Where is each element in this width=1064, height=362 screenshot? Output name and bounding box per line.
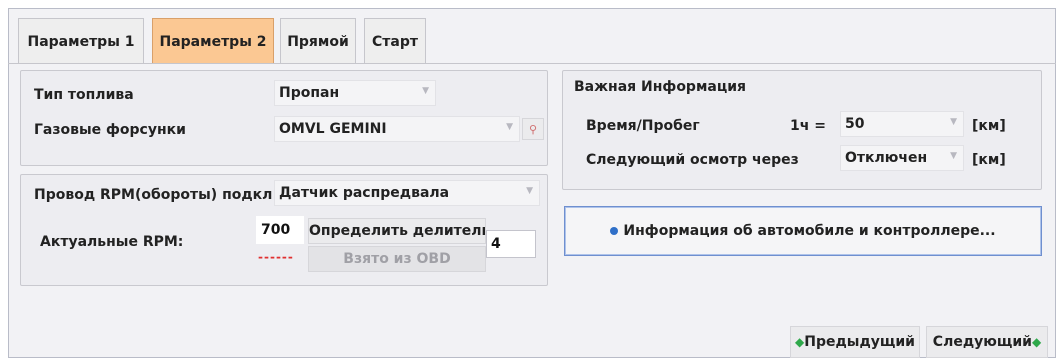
injectors-label: Газовые форсунки: [34, 122, 186, 138]
tab-parameters-2[interactable]: Параметры 2: [152, 18, 274, 64]
tab-label: Старт: [372, 33, 418, 50]
tab-parameters-1[interactable]: Параметры 1: [18, 18, 144, 64]
search-icon: ⚲: [528, 122, 538, 136]
rpm-wire-select[interactable]: Датчик распредвала ▼: [274, 180, 540, 206]
determine-divider-label: Определить делитель: [309, 223, 486, 239]
time-mileage-select[interactable]: 50 ▼: [840, 111, 964, 137]
time-mileage-value: 50: [845, 116, 865, 132]
next-inspection-label: Следующий осмотр через: [586, 152, 799, 168]
chevron-down-icon: ▼: [506, 122, 513, 132]
unit-km-2: [км]: [972, 152, 1006, 168]
fuel-type-value: Пропан: [279, 85, 340, 101]
tab-divider: [8, 63, 1056, 64]
next-inspection-value: Отключен: [845, 150, 928, 166]
obd-button[interactable]: Взято из OBD: [308, 246, 486, 272]
chevron-down-icon: ▼: [950, 117, 957, 127]
tab-label: Параметры 2: [159, 33, 267, 50]
rpm-wire-value: Датчик распредвала: [279, 185, 450, 201]
actual-rpm-field[interactable]: 700: [256, 216, 304, 244]
tab-start[interactable]: Старт: [364, 18, 426, 64]
chevron-down-icon: ▼: [526, 186, 533, 196]
per-hour-label: 1ч =: [790, 118, 826, 134]
previous-button[interactable]: ◆ Предыдущий: [790, 326, 920, 358]
rpm-indicator: ------: [258, 250, 294, 264]
injectors-select[interactable]: OMVL GEMINI ▼: [274, 116, 520, 142]
actual-rpm-label: Актуальные RPM:: [40, 234, 184, 250]
tab-label: Прямой: [287, 33, 349, 50]
rpm-wire-label: Провод RPM(обороты) подкл: [34, 187, 273, 203]
tab-label: Параметры 1: [27, 33, 135, 50]
arrow-left-icon: ◆: [795, 335, 805, 349]
injectors-value: OMVL GEMINI: [279, 121, 387, 137]
obd-label: Взято из OBD: [343, 251, 451, 267]
next-button[interactable]: Следующий ◆: [926, 326, 1048, 358]
info-dot-icon: [610, 227, 619, 235]
vehicle-info-label: Информация об автомобиле и контроллере..…: [623, 223, 996, 239]
fuel-type-select[interactable]: Пропан ▼: [274, 80, 436, 106]
chevron-down-icon: ▼: [422, 86, 429, 96]
next-inspection-select[interactable]: Отключен ▼: [840, 145, 964, 171]
search-injector-button[interactable]: ⚲: [522, 118, 544, 140]
divider-field[interactable]: 4: [486, 230, 536, 258]
next-label: Следующий: [932, 334, 1032, 350]
arrow-right-icon: ◆: [1031, 335, 1042, 349]
chevron-down-icon: ▼: [950, 151, 957, 161]
fuel-type-label: Тип топлива: [34, 87, 134, 103]
determine-divider-button[interactable]: Определить делитель: [308, 218, 486, 244]
time-mileage-label: Время/Пробег: [586, 118, 700, 134]
unit-km-1: [км]: [972, 118, 1006, 134]
previous-label: Предыдущий: [804, 334, 915, 350]
tab-direct[interactable]: Прямой: [280, 18, 356, 64]
important-info-title: Важная Информация: [574, 79, 747, 95]
vehicle-info-button[interactable]: Информация об автомобиле и контроллере..…: [564, 206, 1042, 256]
